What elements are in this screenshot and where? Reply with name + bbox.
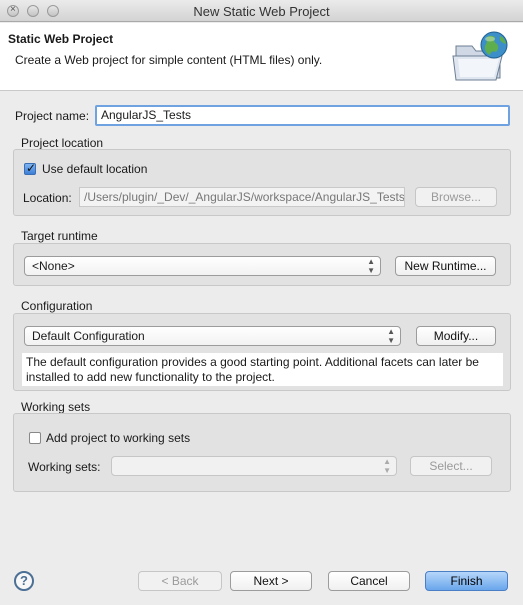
select-arrows-icon: ▲ ▼ <box>383 457 391 475</box>
select-arrows-icon: ▲ ▼ <box>387 327 395 345</box>
next-button[interactable]: Next > <box>230 571 312 591</box>
working-sets-group <box>13 413 511 492</box>
help-icon: ? <box>20 573 28 588</box>
back-button[interactable]: < Back <box>138 571 222 591</box>
add-to-working-sets-checkbox[interactable] <box>29 432 41 444</box>
wizard-title: Static Web Project <box>8 32 114 46</box>
title-bar: × New Static Web Project <box>0 0 523 22</box>
target-runtime-group-label: Target runtime <box>21 229 98 243</box>
window-title: New Static Web Project <box>193 4 330 19</box>
folder-globe-icon <box>452 31 508 81</box>
working-sets-select[interactable]: ▲ ▼ <box>111 456 397 476</box>
project-name-label: Project name: <box>15 109 90 123</box>
select-arrows-icon: ▲ ▼ <box>367 257 375 275</box>
working-sets-label: Working sets: <box>28 460 101 474</box>
configuration-description: The default configuration provides a goo… <box>22 353 503 386</box>
select-working-sets-button[interactable]: Select... <box>410 456 492 476</box>
configuration-value: Default Configuration <box>32 329 145 343</box>
finish-button[interactable]: Finish <box>425 571 508 591</box>
wizard-header: Static Web Project Create a Web project … <box>0 23 523 91</box>
use-default-location-label: Use default location <box>42 162 148 176</box>
use-default-location-checkbox[interactable]: ✓ <box>24 161 37 175</box>
new-runtime-button[interactable]: New Runtime... <box>395 256 496 276</box>
configuration-select[interactable]: Default Configuration ▲ ▼ <box>24 326 401 346</box>
wizard-description: Create a Web project for simple content … <box>15 53 323 67</box>
project-name-input[interactable]: AngularJS_Tests <box>95 105 510 126</box>
target-runtime-select[interactable]: <None> ▲ ▼ <box>24 256 381 276</box>
add-to-working-sets-label: Add project to working sets <box>46 431 191 445</box>
browse-button[interactable]: Browse... <box>415 187 497 207</box>
modify-button[interactable]: Modify... <box>416 326 496 346</box>
help-button[interactable]: ? <box>14 571 34 591</box>
target-runtime-value: <None> <box>32 259 75 273</box>
location-field[interactable]: /Users/plugin/_Dev/_AngularJS/workspace/… <box>79 187 405 207</box>
project-location-group-label: Project location <box>21 136 104 150</box>
working-sets-group-label: Working sets <box>21 400 91 414</box>
cancel-button[interactable]: Cancel <box>328 571 410 591</box>
location-label: Location: <box>23 191 72 205</box>
checkmark-icon: ✓ <box>26 161 37 175</box>
configuration-group-label: Configuration <box>21 299 93 313</box>
